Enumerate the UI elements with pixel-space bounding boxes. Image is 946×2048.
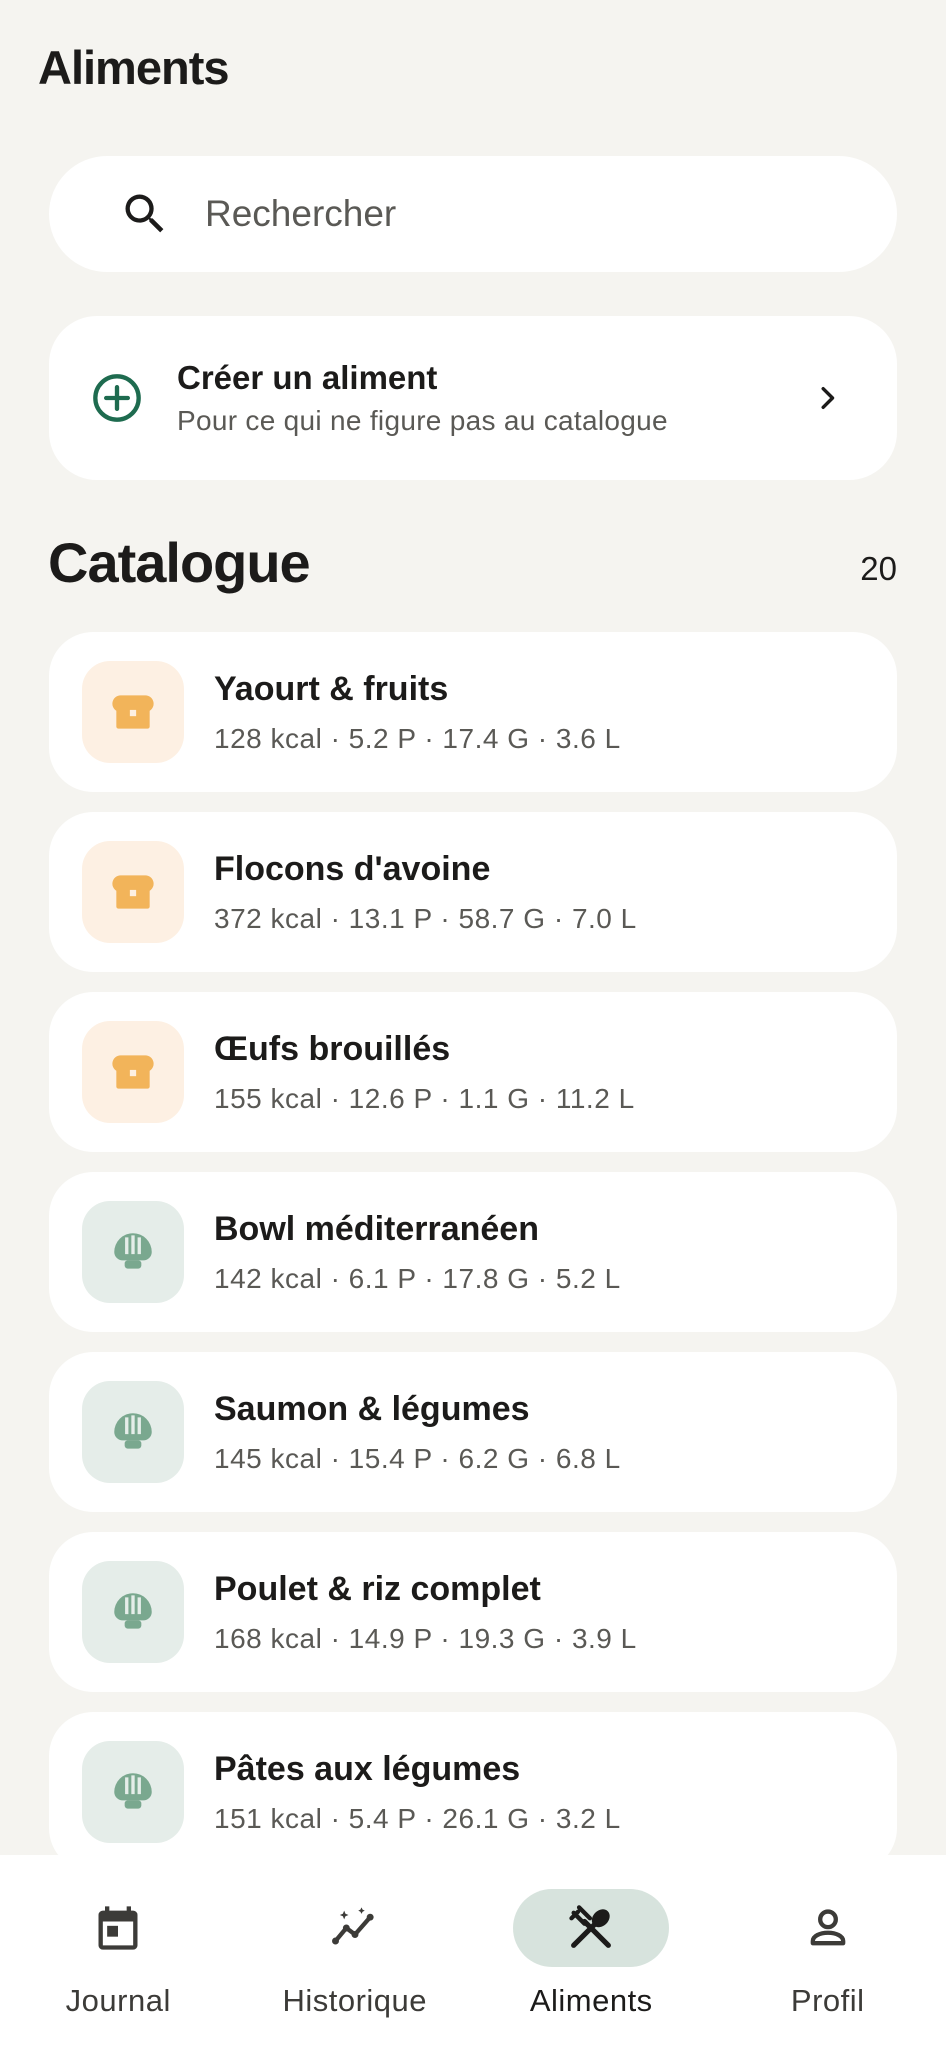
list-item[interactable]: Saumon & légumes 145 kcal · 15.4 P · 6.2… — [49, 1352, 897, 1512]
calendar-icon — [98, 1906, 138, 1950]
item-name: Flocons d'avoine — [214, 849, 491, 888]
list-item[interactable]: Œufs brouillés 155 kcal · 12.6 P · 1.1 G… — [49, 992, 897, 1152]
list-item[interactable]: Flocons d'avoine 372 kcal · 13.1 P · 58.… — [49, 812, 897, 972]
nav-item-aliments[interactable]: Aliments — [473, 1855, 710, 2048]
bread-icon — [112, 1055, 154, 1089]
item-thumbnail — [82, 1021, 184, 1123]
nav-item-historique[interactable]: Historique — [237, 1855, 474, 2048]
search-icon — [125, 194, 164, 233]
nav-label: Aliments — [529, 1983, 653, 2018]
chevron-right-icon — [821, 386, 835, 410]
rice-bowl-icon — [114, 1233, 152, 1269]
item-thumbnail — [82, 1741, 184, 1843]
nav-indicator — [40, 1889, 196, 1967]
add-circle-icon — [93, 374, 141, 422]
bread-icon — [112, 875, 154, 909]
nav-indicator — [750, 1889, 906, 1967]
item-name: Œufs brouillés — [214, 1029, 451, 1068]
nav-indicator — [513, 1889, 670, 1967]
list-item[interactable]: Poulet & riz complet 168 kcal · 14.9 P ·… — [49, 1532, 897, 1692]
page-title: Aliments — [38, 41, 229, 94]
rice-bowl-icon — [114, 1413, 152, 1449]
item-macros: 151 kcal · 5.4 P · 26.1 G · 3.2 L — [214, 1802, 621, 1834]
catalogue-count: 20 — [860, 550, 897, 587]
item-thumbnail — [82, 1201, 184, 1303]
list-item[interactable]: Bowl méditerranéen 142 kcal · 6.1 P · 17… — [49, 1172, 897, 1332]
restaurant-icon — [569, 1905, 612, 1948]
item-macros: 142 kcal · 6.1 P · 17.8 G · 5.2 L — [214, 1262, 621, 1294]
item-thumbnail — [82, 1381, 184, 1483]
insights-icon — [331, 1907, 374, 1945]
create-food-button[interactable]: Créer un aliment Pour ce qui ne figure p… — [49, 316, 897, 480]
person-icon — [810, 1909, 846, 1946]
item-name: Poulet & riz complet — [214, 1569, 541, 1608]
nav-label: Journal — [65, 1983, 171, 2018]
nav-label: Historique — [282, 1983, 428, 2018]
nav-item-profil[interactable]: Profil — [710, 1855, 946, 2048]
item-macros: 155 kcal · 12.6 P · 1.1 G · 11.2 L — [214, 1082, 635, 1114]
item-macros: 372 kcal · 13.1 P · 58.7 G · 7.0 L — [214, 902, 637, 934]
item-name: Yaourt & fruits — [214, 669, 449, 708]
catalogue-title: Catalogue — [48, 531, 311, 594]
rice-bowl-icon — [114, 1773, 152, 1809]
item-name: Pâtes aux légumes — [214, 1749, 521, 1788]
bread-icon — [112, 695, 154, 729]
bottom-navigation: Journal Historique Aliments Profil — [0, 1855, 946, 2048]
item-thumbnail — [82, 661, 184, 763]
item-thumbnail — [82, 841, 184, 943]
item-macros: 128 kcal · 5.2 P · 17.4 G · 3.6 L — [214, 722, 621, 754]
item-thumbnail — [82, 1561, 184, 1663]
catalogue-list: Yaourt & fruits 128 kcal · 5.2 P · 17.4 … — [49, 632, 897, 1892]
item-name: Bowl méditerranéen — [214, 1209, 539, 1248]
nav-indicator — [277, 1889, 433, 1967]
create-food-title: Créer un aliment — [177, 359, 438, 396]
item-macros: 145 kcal · 15.4 P · 6.2 G · 6.8 L — [214, 1442, 621, 1474]
nav-item-journal[interactable]: Journal — [0, 1855, 237, 2048]
search-bar[interactable] — [49, 156, 897, 272]
create-food-subtitle: Pour ce qui ne figure pas au catalogue — [177, 405, 668, 436]
search-input[interactable] — [205, 193, 805, 235]
item-macros: 168 kcal · 14.9 P · 19.3 G · 3.9 L — [214, 1622, 637, 1654]
list-item[interactable]: Pâtes aux légumes 151 kcal · 5.4 P · 26.… — [49, 1712, 897, 1872]
nav-label: Profil — [790, 1983, 865, 2018]
item-name: Saumon & légumes — [214, 1389, 530, 1428]
rice-bowl-icon — [114, 1593, 152, 1629]
list-item[interactable]: Yaourt & fruits 128 kcal · 5.2 P · 17.4 … — [49, 632, 897, 792]
